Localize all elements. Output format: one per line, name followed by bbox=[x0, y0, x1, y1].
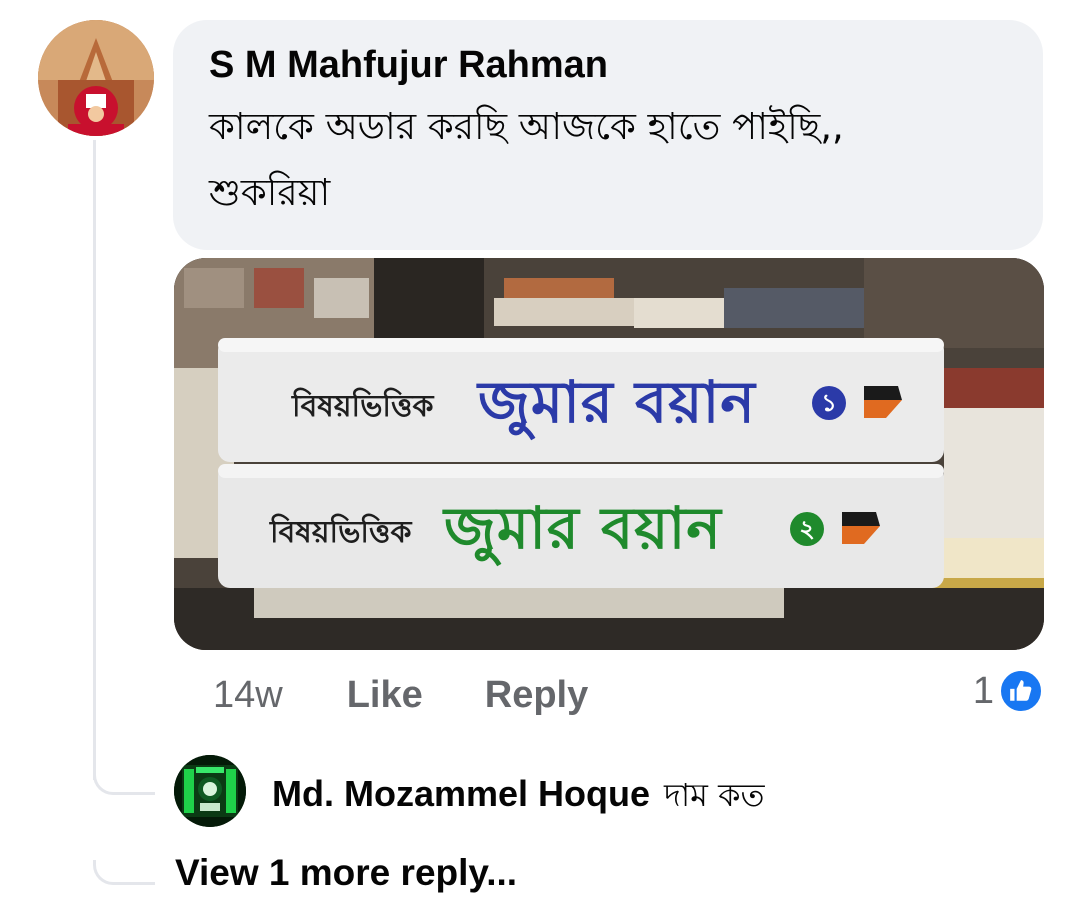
reaction-summary[interactable]: 1 bbox=[973, 668, 1044, 714]
book-top-number: ১ bbox=[812, 386, 846, 420]
comment-photo[interactable]: বিষয়ভিত্তিক জুমার বয়ান ১ বিষয়ভিত্তিক … bbox=[174, 258, 1044, 650]
book-top-prefix: বিষয়ভিত্তিক bbox=[292, 389, 434, 424]
thread-connector bbox=[93, 860, 155, 885]
reply-button[interactable]: Reply bbox=[485, 674, 588, 717]
comment-actions: 14w Like Reply bbox=[213, 670, 650, 720]
view-more-replies-link[interactable]: View 1 more reply... bbox=[175, 852, 517, 894]
book-bottom-title: জুমার বয়ান bbox=[444, 494, 722, 562]
reply-author-name[interactable]: Md. Mozammel Hoque bbox=[272, 773, 650, 815]
comment-bubble: S M Mahfujur Rahman কালকে অডার করছি আজকে… bbox=[173, 20, 1043, 250]
user-avatar-icon bbox=[38, 20, 154, 136]
thread-connector bbox=[93, 770, 155, 795]
reply-author-avatar[interactable] bbox=[174, 755, 246, 827]
thumbs-up-icon bbox=[998, 668, 1044, 714]
like-button[interactable]: Like bbox=[347, 674, 423, 717]
book-bottom-prefix: বিষয়ভিত্তিক bbox=[270, 515, 412, 550]
reply-comment: Md. Mozammel Hoque দাম কত bbox=[272, 770, 764, 824]
user-avatar-icon bbox=[174, 755, 246, 827]
comment-timestamp[interactable]: 14w bbox=[213, 674, 283, 717]
reply-text: দাম কত bbox=[664, 776, 765, 814]
book-bottom-number: ২ bbox=[790, 512, 824, 546]
thread-line bbox=[93, 140, 96, 780]
comment-author-name[interactable]: S M Mahfujur Rahman bbox=[209, 42, 1007, 88]
book-top-title: জুমার বয়ান bbox=[478, 368, 756, 436]
comment-author-avatar[interactable] bbox=[38, 20, 154, 136]
reaction-count: 1 bbox=[972, 669, 994, 712]
comment-text: কালকে অডার করছি আজকে হাতে পাইছি,, শুকরিয… bbox=[209, 105, 844, 214]
